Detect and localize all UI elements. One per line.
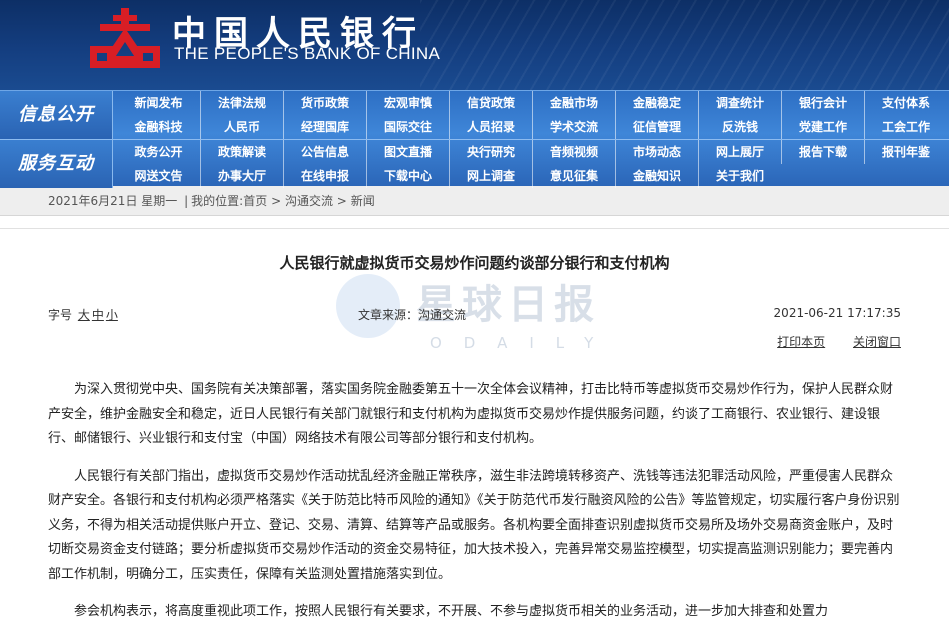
brand-name-en[interactable]: THE PEOPLE'S BANK OF CHINA — [174, 44, 440, 64]
nav-item-financial-markets[interactable]: 金融市场 — [532, 91, 615, 115]
nav-group-info: 信息公开 新闻发布 法律法规 货币政策 宏观审慎 信贷政策 金融市场 金融稳定 … — [0, 91, 949, 139]
nav-item-online-filing[interactable]: 在线申报 — [283, 164, 366, 188]
breadcrumb-communication[interactable]: 沟通交流 — [285, 194, 333, 208]
nav-item-media[interactable]: 音频视频 — [532, 140, 615, 164]
nav-item-statistics[interactable]: 调查统计 — [698, 91, 781, 115]
source-label: 文章来源： — [358, 308, 419, 322]
nav-item-financial-stability[interactable]: 金融稳定 — [615, 91, 698, 115]
nav-item-online-survey[interactable]: 网上调查 — [449, 164, 532, 188]
nav-item-payment-system[interactable]: 支付体系 — [864, 91, 947, 115]
nav-item-recruitment[interactable]: 人员招录 — [449, 115, 532, 139]
paragraph: 参会机构表示，将高度重视此项工作，按照人民银行有关要求，不开展、不参与虚拟货币相… — [74, 604, 829, 619]
print-link[interactable]: 打印本页 — [777, 335, 825, 349]
font-size-large[interactable]: 大 — [78, 308, 90, 322]
location-label: 我的位置: — [191, 194, 244, 208]
header-pattern — [420, 0, 949, 90]
nav-item-online-notices[interactable]: 网送文告 — [117, 164, 200, 188]
paragraph: 为深入贯彻党中央、国务院有关决策部署，落实国务院金融委第五十一次全体会议精神，打… — [48, 382, 894, 446]
current-weekday: 星期一 — [141, 194, 178, 208]
breadcrumb-arrow: > — [271, 194, 282, 208]
nav-item-news[interactable]: 新闻发布 — [117, 91, 200, 115]
nav-item-anti-money-laundering[interactable]: 反洗钱 — [698, 115, 781, 139]
current-date: 2021年6月21日 — [48, 194, 138, 208]
breadcrumb-arrow: > — [336, 194, 347, 208]
nav-row: 金融科技 人民币 经理国库 国际交往 人员招录 学术交流 征信管理 反洗钱 党建… — [117, 115, 947, 139]
nav-item-about-us[interactable]: 关于我们 — [698, 164, 781, 188]
font-size-selector: 字号 大中小 — [48, 306, 118, 323]
font-size-small[interactable]: 小 — [106, 308, 118, 322]
close-window-link[interactable]: 关闭窗口 — [853, 335, 901, 349]
nav-item-credit-policy[interactable]: 信贷政策 — [449, 91, 532, 115]
nav-item-bank-accounting[interactable]: 银行会计 — [781, 91, 864, 115]
nav-item-academic[interactable]: 学术交流 — [532, 115, 615, 139]
paragraph: 人民银行有关部门指出，虚拟货币交易炒作活动扰乱经济金融正常秩序，滋生非法跨境转移… — [48, 468, 900, 582]
nav-item-party-building[interactable]: 党建工作 — [781, 115, 864, 139]
article-title: 人民银行就虚拟货币交易炒作问题约谈部分银行和支付机构 — [279, 254, 670, 272]
nav-item-union[interactable]: 工会工作 — [864, 115, 947, 139]
article-datetime: 2021-06-21 17:17:35 — [773, 306, 901, 320]
nav-heading-service: 服务互动 — [0, 140, 113, 188]
nav-row: 网送文告 办事大厅 在线申报 下载中心 网上调查 意见征集 金融知识 关于我们 — [117, 164, 781, 188]
breadcrumb: 2021年6月21日 星期一 | 我的位置:首页 > 沟通交流 > 新闻 — [0, 186, 949, 216]
site-header: 中国人民银行 THE PEOPLE'S BANK OF CHINA — [0, 0, 949, 90]
nav-group-service: 服务互动 政务公开 政策解读 公告信息 图文直播 央行研究 音频视频 市场动态 … — [0, 139, 949, 188]
article-body: 为深入贯彻党中央、国务院有关决策部署，落实国务院金融委第五十一次全体会议精神，打… — [48, 378, 900, 638]
article-source: 文章来源：沟通交流 — [358, 306, 466, 323]
nav-item-rmb[interactable]: 人民币 — [200, 115, 283, 139]
nav-item-international[interactable]: 国际交往 — [366, 115, 449, 139]
nav-item-market-news[interactable]: 市场动态 — [615, 140, 698, 164]
nav-item-online-exhibition[interactable]: 网上展厅 — [698, 140, 781, 164]
article: 人民银行就虚拟货币交易炒作问题约谈部分银行和支付机构 星球日报 ODAILY 字… — [0, 216, 949, 639]
font-size-medium[interactable]: 中 — [92, 308, 104, 322]
nav-row: 政务公开 政策解读 公告信息 图文直播 央行研究 音频视频 市场动态 网上展厅 … — [117, 140, 947, 164]
nav-item-government-affairs[interactable]: 政务公开 — [117, 140, 200, 164]
nav-item-research[interactable]: 央行研究 — [449, 140, 532, 164]
divider — [0, 228, 949, 229]
nav-item-download-center[interactable]: 下载中心 — [366, 164, 449, 188]
nav-item-laws[interactable]: 法律法规 — [200, 91, 283, 115]
breadcrumb-news[interactable]: 新闻 — [351, 194, 375, 208]
font-size-label: 字号 — [48, 308, 73, 322]
nav-item-financial-knowledge[interactable]: 金融知识 — [615, 164, 698, 188]
breadcrumb-divider: | — [184, 194, 189, 208]
nav-item-yearbook[interactable]: 报刊年鉴 — [864, 140, 947, 164]
nav-item-announcements[interactable]: 公告信息 — [283, 140, 366, 164]
nav-item-service-hall[interactable]: 办事大厅 — [200, 164, 283, 188]
nav-item-macroprudential[interactable]: 宏观审慎 — [366, 91, 449, 115]
nav-item-policy-interpretation[interactable]: 政策解读 — [200, 140, 283, 164]
nav-item-monetary-policy[interactable]: 货币政策 — [283, 91, 366, 115]
watermark-text-en: ODAILY — [430, 334, 615, 352]
nav-item-report-download[interactable]: 报告下载 — [781, 140, 864, 164]
nav-heading-info: 信息公开 — [0, 91, 113, 139]
source-value: 沟通交流 — [418, 308, 467, 322]
nav-row: 新闻发布 法律法规 货币政策 宏观审慎 信贷政策 金融市场 金融稳定 调查统计 … — [117, 91, 947, 115]
nav-item-credit-reference[interactable]: 征信管理 — [615, 115, 698, 139]
breadcrumb-home[interactable]: 首页 — [243, 194, 267, 208]
nav-item-feedback[interactable]: 意见征集 — [532, 164, 615, 188]
nav-item-fintech[interactable]: 金融科技 — [117, 115, 200, 139]
nav-item-live[interactable]: 图文直播 — [366, 140, 449, 164]
pboc-emblem-icon[interactable] — [88, 6, 162, 76]
nav-item-treasury[interactable]: 经理国库 — [283, 115, 366, 139]
article-actions: 打印本页 关闭窗口 — [753, 333, 901, 350]
main-navigation: 信息公开 新闻发布 法律法规 货币政策 宏观审慎 信贷政策 金融市场 金融稳定 … — [0, 90, 949, 188]
